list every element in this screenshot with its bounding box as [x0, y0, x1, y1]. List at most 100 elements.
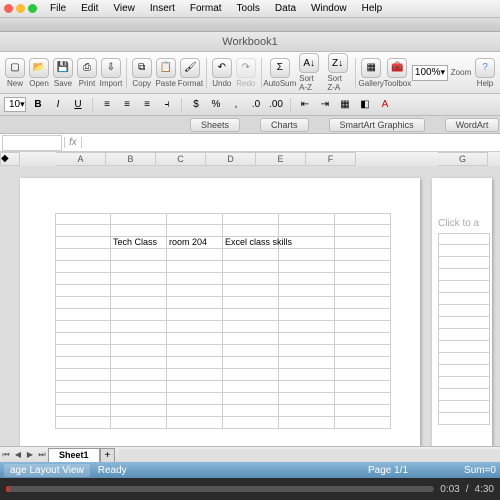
comma-button[interactable]: ,: [228, 97, 244, 113]
col-e[interactable]: E: [256, 152, 306, 166]
align-left-button[interactable]: ≡: [99, 97, 115, 113]
sheet-tab-1[interactable]: Sheet1: [48, 448, 100, 462]
col-c[interactable]: C: [156, 152, 206, 166]
help-button[interactable]: ?Help: [474, 58, 496, 88]
sort-az-button[interactable]: A↓Sort A-Z: [296, 53, 322, 92]
import-button[interactable]: ⇩Import: [100, 58, 122, 88]
indent-dec-button[interactable]: ⇤: [297, 97, 313, 113]
sheet-nav-last[interactable]: ⏭: [36, 449, 48, 461]
header-placeholder[interactable]: Click to a: [438, 218, 492, 229]
decimal-dec-button[interactable]: .00: [268, 97, 284, 113]
name-box[interactable]: [2, 135, 62, 151]
select-all-corner[interactable]: ◆: [0, 152, 20, 166]
undo-button[interactable]: ↶Undo: [211, 58, 233, 88]
view-mode[interactable]: age Layout View: [4, 464, 90, 477]
paste-button[interactable]: 📋Paste: [155, 58, 177, 88]
zoom-label: Zoom: [450, 68, 472, 77]
tab-wordart[interactable]: WordArt: [445, 118, 500, 132]
sort-za-button[interactable]: Z↓Sort Z-A: [324, 53, 350, 92]
print-icon: ⎙: [77, 58, 97, 78]
menu-tools[interactable]: Tools: [231, 1, 266, 16]
font-color-button[interactable]: A: [377, 97, 393, 113]
standard-toolbar: ▢New 📂Open 💾Save ⎙Print ⇩Import ⧉Copy 📋P…: [0, 52, 500, 94]
import-icon: ⇩: [101, 58, 121, 78]
decimal-inc-button[interactable]: .0: [248, 97, 264, 113]
cell-b5[interactable]: Tech Class: [111, 237, 167, 249]
percent-button[interactable]: %: [208, 97, 224, 113]
format-icon: 🖌: [180, 58, 200, 78]
status-page: Page 1/1: [368, 465, 408, 476]
col-b[interactable]: B: [106, 152, 156, 166]
sheet-tabs: ⏮ ◀ ▶ ⏭ Sheet1 +: [0, 446, 500, 462]
sheet-nav-prev[interactable]: ◀: [12, 449, 24, 461]
indent-inc-button[interactable]: ⇥: [317, 97, 333, 113]
ribbon-tabs: Sheets Charts SmartArt Graphics WordArt: [0, 116, 500, 134]
status-bar: age Layout View Ready Page 1/1 Sum=0: [0, 462, 500, 478]
tab-charts[interactable]: Charts: [260, 118, 309, 132]
redo-button[interactable]: ↷Redo: [235, 58, 257, 88]
window-controls[interactable]: [4, 4, 37, 13]
copy-icon: ⧉: [132, 58, 152, 78]
copy-button[interactable]: ⧉Copy: [131, 58, 153, 88]
formula-bar: fx: [0, 134, 500, 152]
menu-view[interactable]: View: [107, 1, 141, 16]
merge-button[interactable]: ⫞: [159, 97, 175, 113]
gallery-button[interactable]: ▦Gallery: [360, 58, 383, 88]
new-icon: ▢: [5, 58, 25, 78]
page-2[interactable]: Click to a: [432, 178, 492, 446]
help-icon: ?: [475, 58, 495, 78]
col-f[interactable]: F: [306, 152, 356, 166]
save-button[interactable]: 💾Save: [52, 58, 74, 88]
font-size-select[interactable]: 10 ▾: [4, 97, 26, 112]
minimize-icon[interactable]: [16, 4, 25, 13]
menu-bar: File Edit View Insert Format Tools Data …: [0, 0, 500, 18]
cell-grid[interactable]: Tech Classroom 204Excel class skills: [55, 213, 395, 429]
workarea: Tech Classroom 204Excel class skills Cli…: [0, 166, 500, 446]
align-right-button[interactable]: ≡: [139, 97, 155, 113]
col-a[interactable]: A: [56, 152, 106, 166]
sort-az-icon: A↓: [299, 53, 319, 73]
formatting-toolbar: 10 ▾ B I U ≡ ≡ ≡ ⫞ $ % , .0 .00 ⇤ ⇥ ▦ ◧ …: [0, 94, 500, 116]
sheet-nav-first[interactable]: ⏮: [0, 449, 12, 461]
video-progress[interactable]: [6, 486, 434, 492]
borders-button[interactable]: ▦: [337, 97, 353, 113]
cell-c5[interactable]: room 204: [167, 237, 223, 249]
fx-icon[interactable]: fx: [64, 137, 82, 148]
italic-button[interactable]: I: [50, 97, 66, 113]
sigma-icon: Σ: [270, 58, 290, 78]
menu-format[interactable]: Format: [184, 1, 228, 16]
new-button[interactable]: ▢New: [4, 58, 26, 88]
close-icon[interactable]: [4, 4, 13, 13]
menu-help[interactable]: Help: [356, 1, 389, 16]
col-d[interactable]: D: [206, 152, 256, 166]
print-button[interactable]: ⎙Print: [76, 58, 98, 88]
h-scrollbar[interactable]: [119, 449, 500, 461]
toolbox-icon: 🧰: [387, 58, 407, 78]
menu-insert[interactable]: Insert: [144, 1, 181, 16]
open-button[interactable]: 📂Open: [28, 58, 50, 88]
page-1[interactable]: Tech Classroom 204Excel class skills: [20, 178, 420, 446]
menu-data[interactable]: Data: [269, 1, 302, 16]
currency-button[interactable]: $: [188, 97, 204, 113]
cell-d5[interactable]: Excel class skills: [223, 237, 279, 249]
col-g[interactable]: G: [438, 152, 488, 166]
menu-edit[interactable]: Edit: [75, 1, 104, 16]
browser-tabs: [0, 18, 500, 32]
sheet-nav-next[interactable]: ▶: [24, 449, 36, 461]
fill-color-button[interactable]: ◧: [357, 97, 373, 113]
tab-sheets[interactable]: Sheets: [190, 118, 240, 132]
redo-icon: ↷: [236, 58, 256, 78]
bold-button[interactable]: B: [30, 97, 46, 113]
sheet-add-button[interactable]: +: [100, 448, 116, 462]
autosum-button[interactable]: ΣAutoSum: [266, 58, 295, 88]
format-button[interactable]: 🖌Format: [179, 58, 202, 88]
tab-smartart[interactable]: SmartArt Graphics: [329, 118, 425, 132]
menu-file[interactable]: File: [44, 1, 72, 16]
underline-button[interactable]: U: [70, 97, 86, 113]
zoom-select[interactable]: 100% ▾: [412, 65, 448, 81]
toolbox-button[interactable]: 🧰Toolbox: [385, 58, 410, 88]
menu-window[interactable]: Window: [305, 1, 353, 16]
zoom-icon[interactable]: [28, 4, 37, 13]
undo-icon: ↶: [212, 58, 232, 78]
align-center-button[interactable]: ≡: [119, 97, 135, 113]
